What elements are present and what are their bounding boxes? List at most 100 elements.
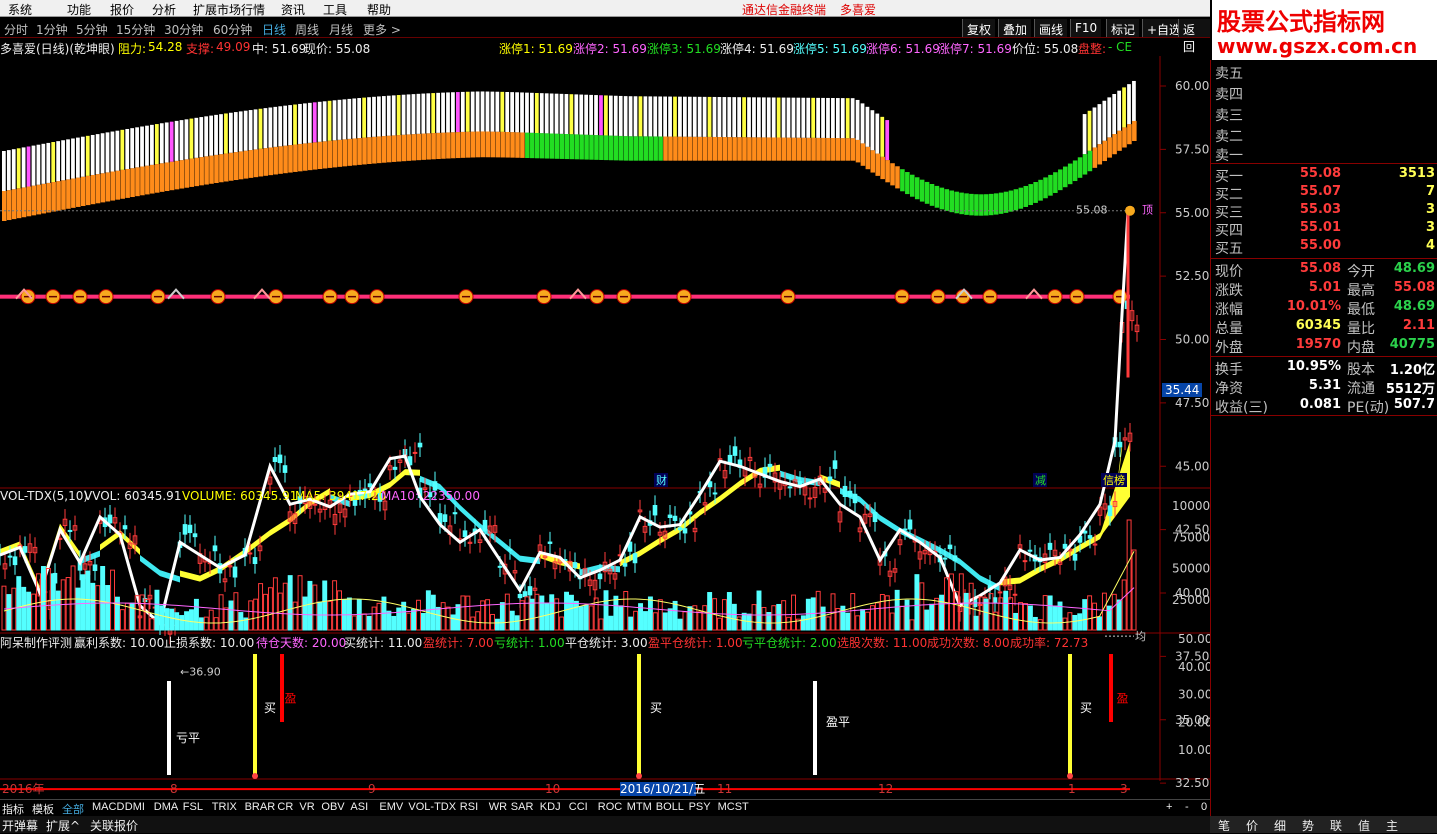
f10-button[interactable]: F10 xyxy=(1070,19,1102,37)
band-white-bar xyxy=(880,116,885,157)
menu-tools[interactable]: 工具 xyxy=(323,1,347,18)
period-30min[interactable]: 30分钟 xyxy=(164,21,203,38)
band-white-bar xyxy=(140,126,144,167)
tab-macd[interactable]: MACD xyxy=(92,801,124,813)
band-white-bar xyxy=(6,150,11,191)
tab-cr[interactable]: CR xyxy=(277,801,293,813)
period-more[interactable]: 更多 > xyxy=(363,21,401,38)
tab-roc[interactable]: ROC xyxy=(598,801,622,813)
overlay-button[interactable]: 叠加 xyxy=(998,19,1032,37)
tab-cci[interactable]: CCI xyxy=(569,801,588,813)
tab-dma[interactable]: DMA xyxy=(154,801,178,813)
band-white-bar xyxy=(322,101,327,142)
volume-bar xyxy=(366,615,372,631)
tab-vr[interactable]: VR xyxy=(299,801,314,813)
bid-4-value2: 3 xyxy=(1425,220,1435,235)
period-15min[interactable]: 15分钟 xyxy=(116,21,155,38)
ask-3: 卖三 xyxy=(1215,108,1243,124)
tab-全部[interactable]: 全部 xyxy=(62,801,84,817)
draw-line-button[interactable]: 画线 xyxy=(1034,19,1068,37)
quote-tab-1[interactable]: 价 xyxy=(1246,817,1258,834)
restore-rights-button[interactable]: 复权 xyxy=(962,19,996,37)
expand-button[interactable]: 扩展^ xyxy=(46,817,80,834)
tab-模板[interactable]: 模板 xyxy=(32,801,54,817)
related-quote-button[interactable]: 关联报价 xyxy=(90,817,138,834)
band-white-bar xyxy=(401,94,406,135)
danmu-button[interactable]: 开弹幕 xyxy=(2,817,38,834)
band-bar xyxy=(51,182,56,212)
tab-emv[interactable]: EMV xyxy=(379,801,403,813)
menu-ext-market[interactable]: 扩展市场行情 xyxy=(193,1,265,18)
tab-control-2[interactable]: 0 xyxy=(1201,801,1207,813)
period-60min[interactable]: 60分钟 xyxy=(213,21,252,38)
tab-asi[interactable]: ASI xyxy=(350,801,368,813)
stat2-2: 收益(三) 0.081 PE(动) 507.7 xyxy=(1215,397,1435,416)
eval-picks: 选股次数: 11.00 xyxy=(837,636,928,650)
volume-bar xyxy=(914,574,920,631)
tab-control-0[interactable]: + xyxy=(1166,801,1172,813)
stat2-2-label2: PE(动) xyxy=(1347,400,1390,416)
band-bar xyxy=(135,167,140,197)
volume-indicator-header: VOL-TDX(5,10) VVOL: 60345.91 VOLUME: 603… xyxy=(0,489,1160,503)
candle-body xyxy=(832,460,838,469)
menu-analysis[interactable]: 分析 xyxy=(152,1,176,18)
band-white-bar xyxy=(169,121,174,162)
volume-bar xyxy=(519,600,525,631)
period-monthly[interactable]: 月线 xyxy=(329,21,353,38)
menu-function[interactable]: 功能 xyxy=(67,1,91,18)
kline-chart[interactable]: 60.0057.5055.0052.5050.0047.5045.0042.50… xyxy=(0,56,1210,799)
band-white-bar xyxy=(154,124,159,165)
tab-trix[interactable]: TRIX xyxy=(212,801,237,813)
period-daily[interactable]: 日线 xyxy=(262,21,286,38)
tab-control-1[interactable]: - xyxy=(1185,801,1189,813)
candle-body xyxy=(482,519,488,531)
tab-kdj[interactable]: KDJ xyxy=(540,801,561,813)
volume-bar xyxy=(351,615,357,631)
menu-system[interactable]: 系统 xyxy=(8,1,32,18)
quote-tab-6[interactable]: 主 xyxy=(1386,817,1398,834)
price-tick-label: 55.00 xyxy=(1175,206,1209,220)
tab-obv[interactable]: OBV xyxy=(321,801,344,813)
tab-vol-tdx[interactable]: VOL-TDX xyxy=(408,801,456,813)
band-white-bar xyxy=(2,151,6,191)
band-white-bar xyxy=(248,110,253,151)
tab-fsl[interactable]: FSL xyxy=(183,801,203,813)
period-1min[interactable]: 1分钟 xyxy=(36,21,68,38)
band-white-bar xyxy=(298,103,302,144)
back-button[interactable]: 返回 xyxy=(1178,19,1210,54)
tab-指标[interactable]: 指标 xyxy=(2,801,24,817)
period-fenshi[interactable]: 分时 xyxy=(4,21,28,38)
menu-quote[interactable]: 报价 xyxy=(110,1,134,18)
volume-bar xyxy=(1126,519,1132,631)
tab-rsi[interactable]: RSI xyxy=(460,801,478,813)
quote-tab-2[interactable]: 细 xyxy=(1274,817,1286,834)
band-bar xyxy=(6,190,12,221)
period-weekly[interactable]: 周线 xyxy=(295,21,319,38)
price-position: 价位: 55.08 xyxy=(1012,42,1079,56)
tab-boll[interactable]: BOLL xyxy=(656,801,684,813)
support-label: 支撑: xyxy=(186,42,215,56)
quote-tab-5[interactable]: 值 xyxy=(1358,817,1370,834)
tab-psy[interactable]: PSY xyxy=(689,801,711,813)
mark-button[interactable]: 标记 xyxy=(1106,19,1140,37)
period-5min[interactable]: 5分钟 xyxy=(76,21,108,38)
band-white-bar xyxy=(717,97,722,138)
menu-news[interactable]: 资讯 xyxy=(281,1,305,18)
volume-bar xyxy=(1116,599,1122,631)
quote-tab-0[interactable]: 笔 xyxy=(1218,817,1230,834)
quote-tab-4[interactable]: 联 xyxy=(1330,817,1342,834)
quote-tab-3[interactable]: 势 xyxy=(1302,817,1314,834)
menu-help[interactable]: 帮助 xyxy=(367,1,391,18)
band-bar xyxy=(510,132,515,158)
tab-mcst[interactable]: MCST xyxy=(718,801,749,813)
tab-dmi[interactable]: DMI xyxy=(125,801,145,813)
tab-sar[interactable]: SAR xyxy=(511,801,534,813)
volume-bar xyxy=(272,577,278,631)
band-bar xyxy=(209,155,214,184)
profit-bar-1 xyxy=(280,654,284,722)
tab-mtm[interactable]: MTM xyxy=(627,801,652,813)
volume-bar xyxy=(31,593,37,631)
tab-brar[interactable]: BRAR xyxy=(245,801,276,813)
resist-value: 54.28 xyxy=(148,40,183,54)
tab-wr[interactable]: WR xyxy=(489,801,507,813)
